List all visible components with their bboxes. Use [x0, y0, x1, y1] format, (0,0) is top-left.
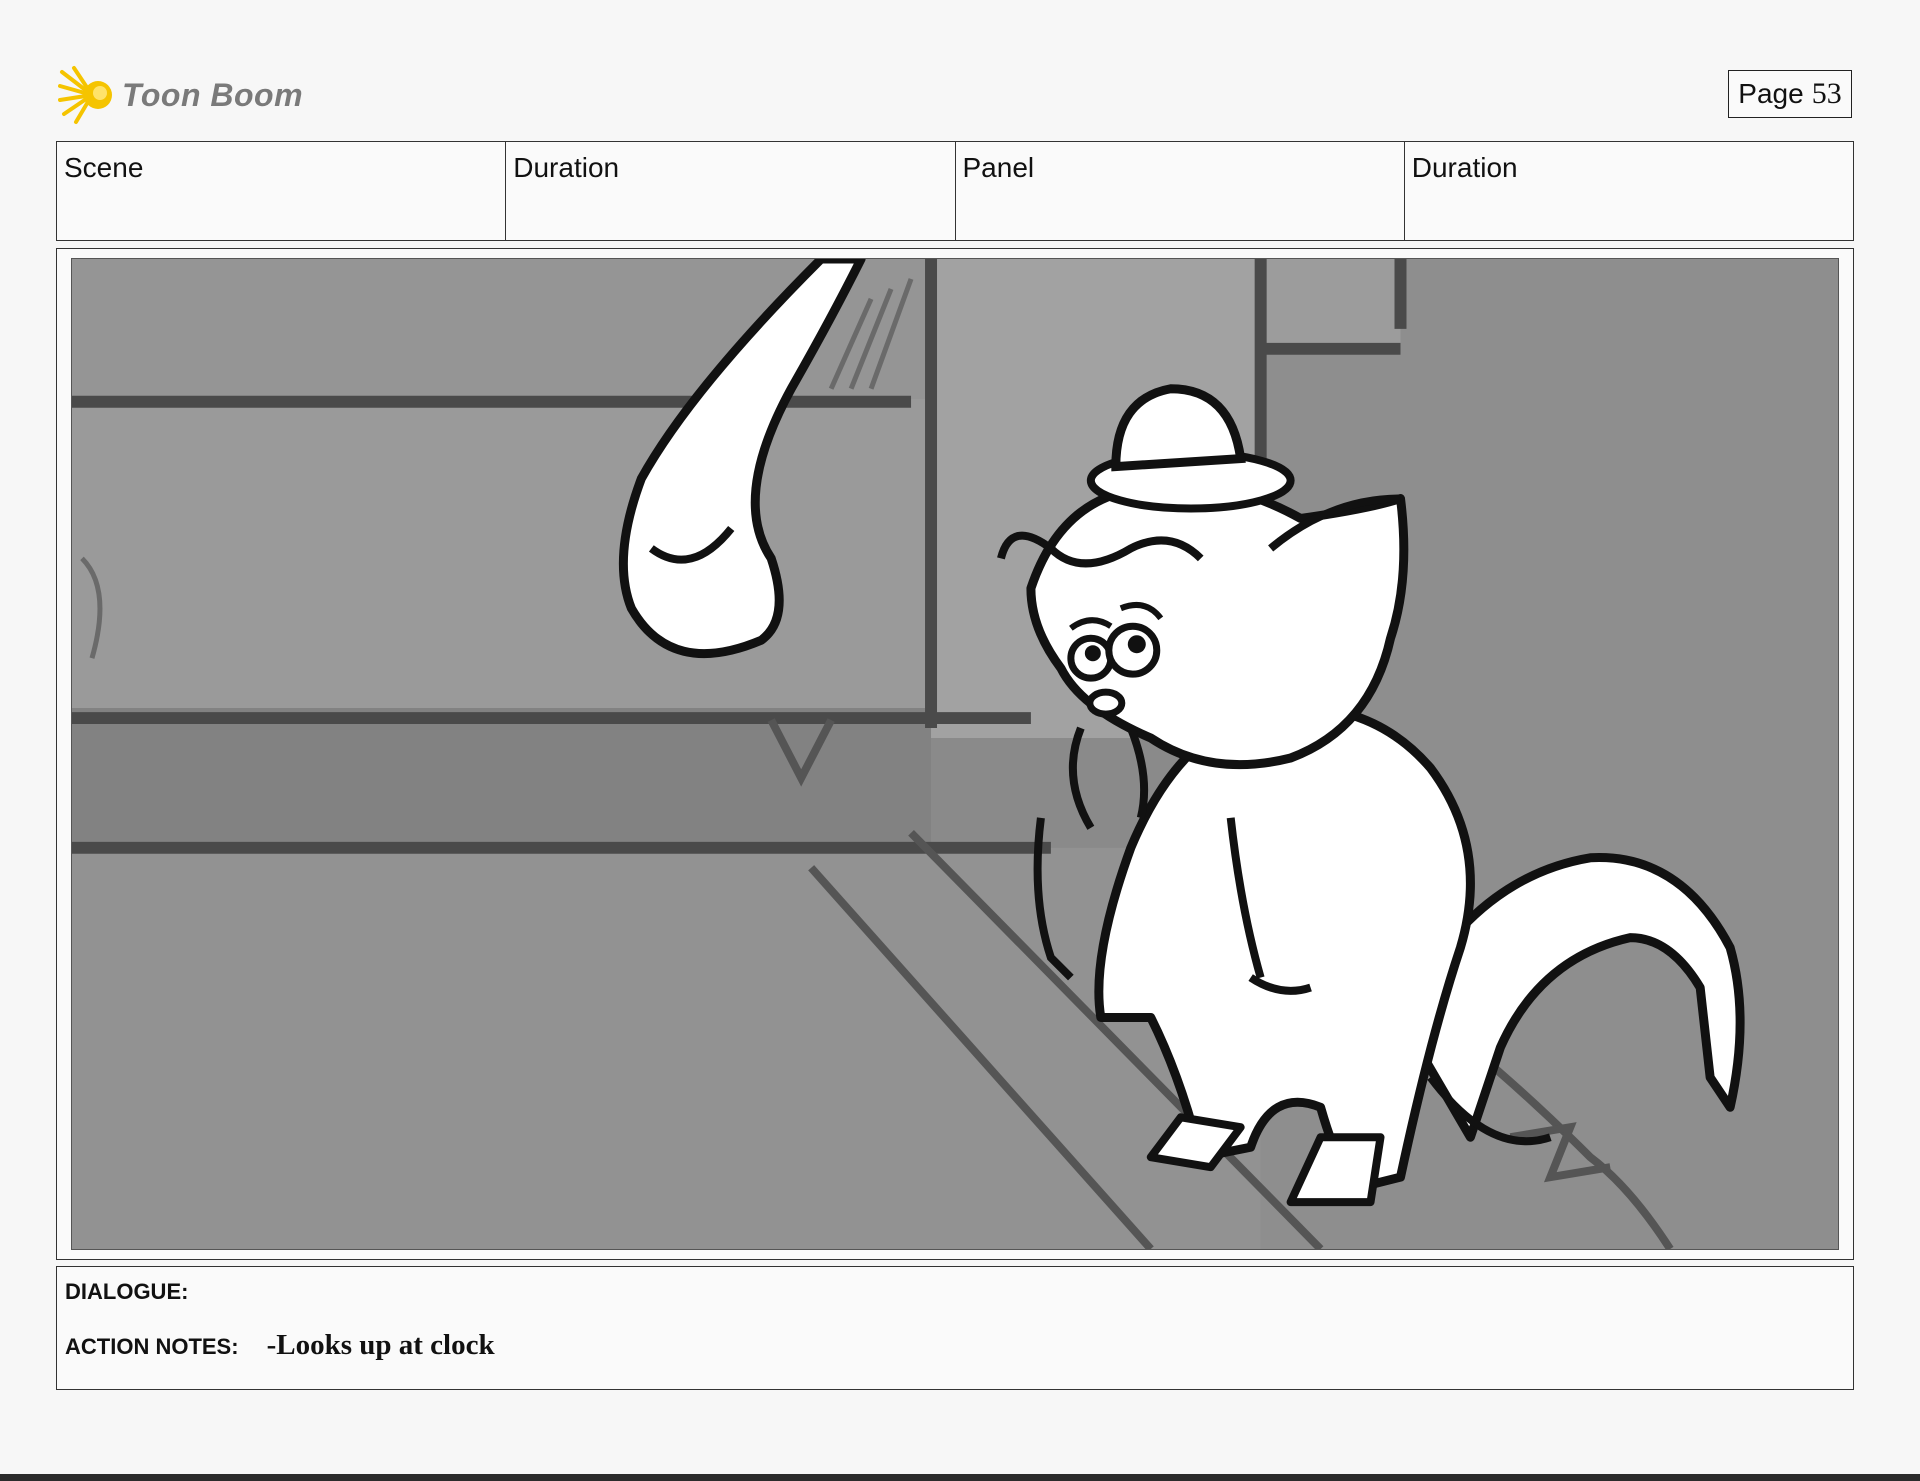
action-notes-row: ACTION NOTES: -Looks up at clock	[65, 1329, 495, 1362]
panel-duration-label: Duration	[1411, 152, 1518, 183]
dialogue-row: DIALOGUE:	[65, 1279, 216, 1305]
scene-field[interactable]: Scene	[57, 142, 507, 240]
dialogue-label: DIALOGUE:	[65, 1279, 189, 1304]
page-number: 53	[1811, 77, 1842, 110]
action-notes-label: ACTION NOTES:	[65, 1334, 239, 1359]
panel-field[interactable]: Panel	[956, 142, 1405, 240]
page-bottom-edge	[0, 1474, 1920, 1481]
page-label: Page	[1738, 78, 1804, 109]
panel-info-header: Scene Duration Panel Duration	[56, 141, 1854, 241]
logo-wordmark: Toon Boom	[122, 76, 304, 113]
starburst-logo-icon	[58, 66, 112, 124]
storyboard-sketch	[72, 259, 1838, 1249]
page-number-box: Page 53	[1728, 70, 1852, 118]
panel-label: Panel	[962, 152, 1035, 183]
scene-duration-label: Duration	[513, 152, 620, 183]
scene-label: Scene	[64, 152, 144, 183]
action-notes-value[interactable]: -Looks up at clock	[267, 1329, 495, 1362]
toon-boom-logo: Toon Boom	[58, 62, 303, 128]
panel-duration-field[interactable]: Duration	[1405, 142, 1853, 240]
notes-box: DIALOGUE: ACTION NOTES: -Looks up at clo…	[56, 1266, 1854, 1390]
scene-duration-field[interactable]: Duration	[506, 142, 956, 240]
storyboard-panel-image	[71, 258, 1839, 1250]
storyboard-panel-frame	[56, 248, 1854, 1260]
